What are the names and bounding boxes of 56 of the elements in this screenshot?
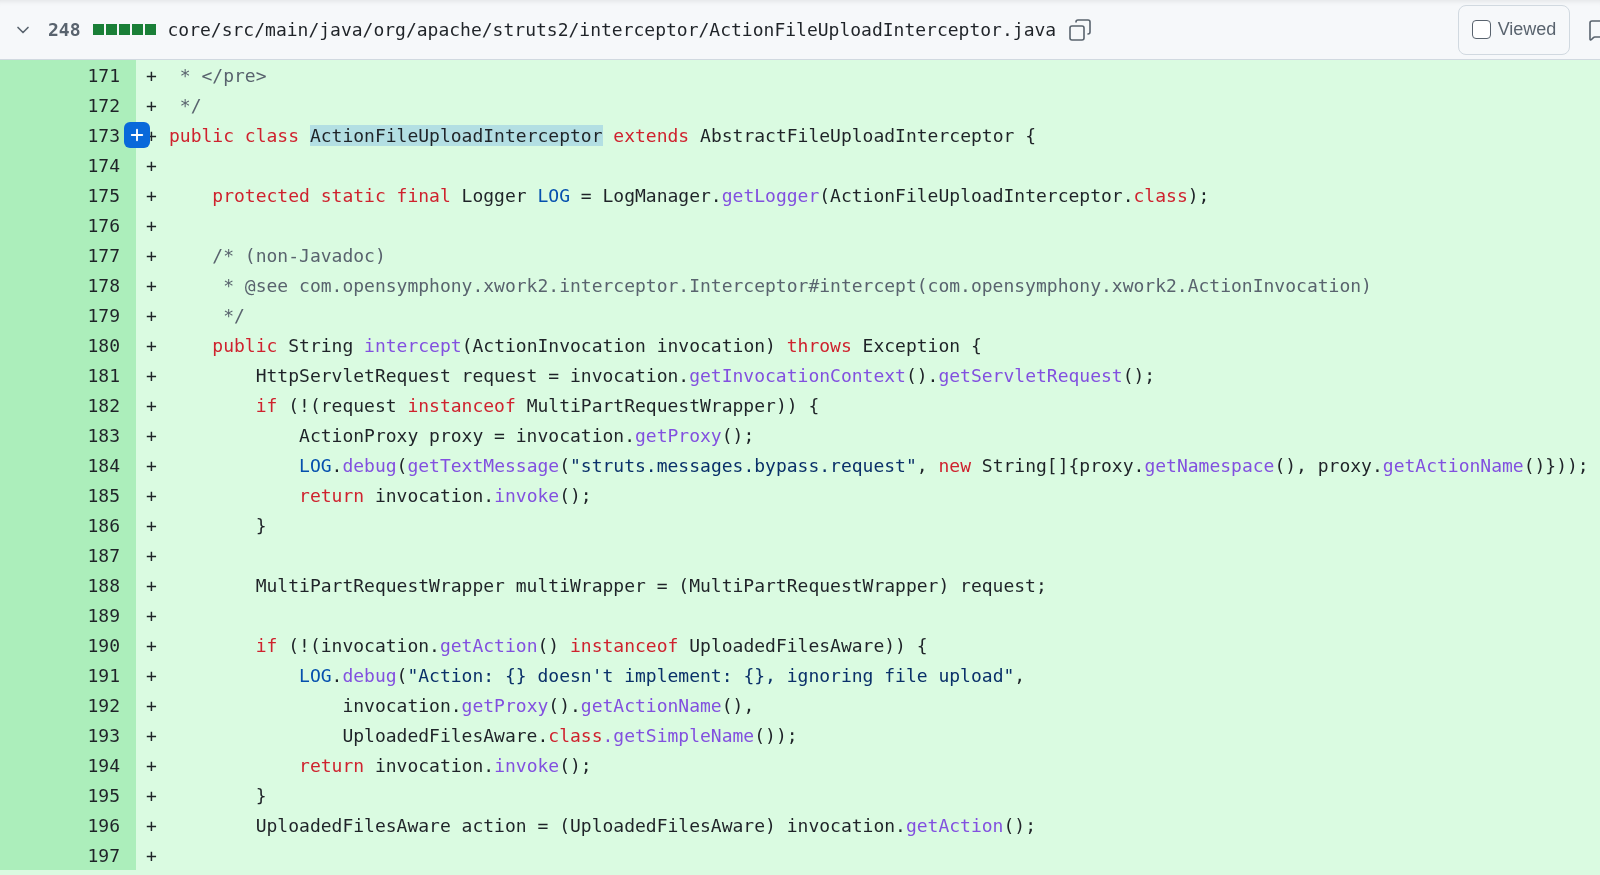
code-line: HttpServletRequest request = invocation.getInvocationContext().getServletRequest(); (254, 363, 1156, 388)
code-line: */ (222, 303, 245, 328)
diff-sign: + (146, 303, 158, 328)
viewed-checkbox[interactable] (1471, 20, 1491, 39)
diff-sign: + (146, 843, 158, 868)
diff-sign: + (146, 753, 158, 778)
diff-sign: + (146, 153, 158, 178)
code-line: LOG.debug("Action: {} doesn't implement: {}, ignoring file upload", (298, 663, 1026, 688)
diff-sign: + (146, 453, 158, 478)
code-line: UploadedFilesAware.class.getSimpleName()); (341, 723, 798, 748)
code-line: /* (non-Javadoc) (211, 243, 386, 268)
diffstat-icon (92, 24, 156, 35)
diff-sign: + (146, 543, 158, 568)
code-line: ActionProxy proxy = invocation.getProxy(); (298, 423, 755, 448)
code-line: UploadedFilesAware action = (UploadedFilesAware) invocation.getAction(); (254, 813, 1036, 838)
diff-sign: + (146, 243, 158, 268)
code-line: if (!(invocation.getAction() instanceof UploadedFilesAware)) { (254, 633, 928, 658)
code-line: return invocation.invoke(); (298, 753, 592, 778)
diff-sign: + (146, 183, 158, 208)
diff-sign: + (146, 423, 158, 448)
diff-sign: + (146, 213, 158, 238)
code-line: return invocation.invoke(); (298, 483, 592, 508)
diff-sign: + (146, 273, 158, 298)
diff-sign: + (146, 93, 158, 118)
file-path[interactable]: core/src/main/java/org/apache/struts2/interceptor/ActionFileUploadInterceptor.java (167, 16, 1057, 43)
diff-sign: + (146, 723, 158, 748)
code-line: */ (178, 93, 202, 118)
diff-sign: + (146, 63, 158, 88)
diff-sign: + (146, 393, 158, 418)
diff-sign: + (146, 363, 158, 388)
copy-icon[interactable] (1068, 17, 1093, 42)
diff-sign: + (146, 573, 158, 598)
diff-sign: + (146, 603, 158, 628)
diff-sign: + (146, 483, 158, 508)
code-line: MultiPartRequestWrapper multiWrapper = (MultiPartRequestWrapper) request; (254, 573, 1047, 598)
code-line: LOG.debug(getTextMessage("struts.messages.bypass.request", new String[]{proxy.getNamespace(), proxy.getActionName()})); (298, 453, 1589, 478)
viewed-button[interactable]: Viewed (1458, 4, 1570, 55)
code-line: public class ActionFileUploadInterceptor extends AbstractFileUploadInterceptor { (169, 123, 1036, 148)
code-line: } (254, 513, 267, 538)
code-line: public String intercept(ActionInvocation invocation) throws Exception { (211, 333, 982, 358)
diff-sign: + (146, 663, 158, 688)
plus-icon (128, 126, 146, 144)
code-line: if (!(request instanceof MultiPartRequestWrapper)) { (254, 393, 820, 418)
diff-sign: + (146, 333, 158, 358)
diff-sign: + (146, 633, 158, 658)
code-line: } (254, 783, 267, 808)
code-line: invocation.getProxy().getActionName(), (341, 693, 755, 718)
code-line: protected static final Logger LOG = LogManager.getLogger(ActionFileUploadInterceptor.class); (211, 183, 1210, 208)
diff-sign: + (146, 813, 158, 838)
code-line: * </pre> (178, 63, 267, 88)
diff-sign: + (146, 783, 158, 808)
diff-sign: + (146, 513, 158, 538)
add-comment-button[interactable] (124, 122, 150, 148)
code-line: * @see com.opensymphony.xwork2.interceptor.Interceptor#intercept(com.opensymphony.xwork2.ActionInvocation) (222, 273, 1372, 298)
diff-sign: + (146, 693, 158, 718)
change-count: 248 (48, 18, 81, 42)
